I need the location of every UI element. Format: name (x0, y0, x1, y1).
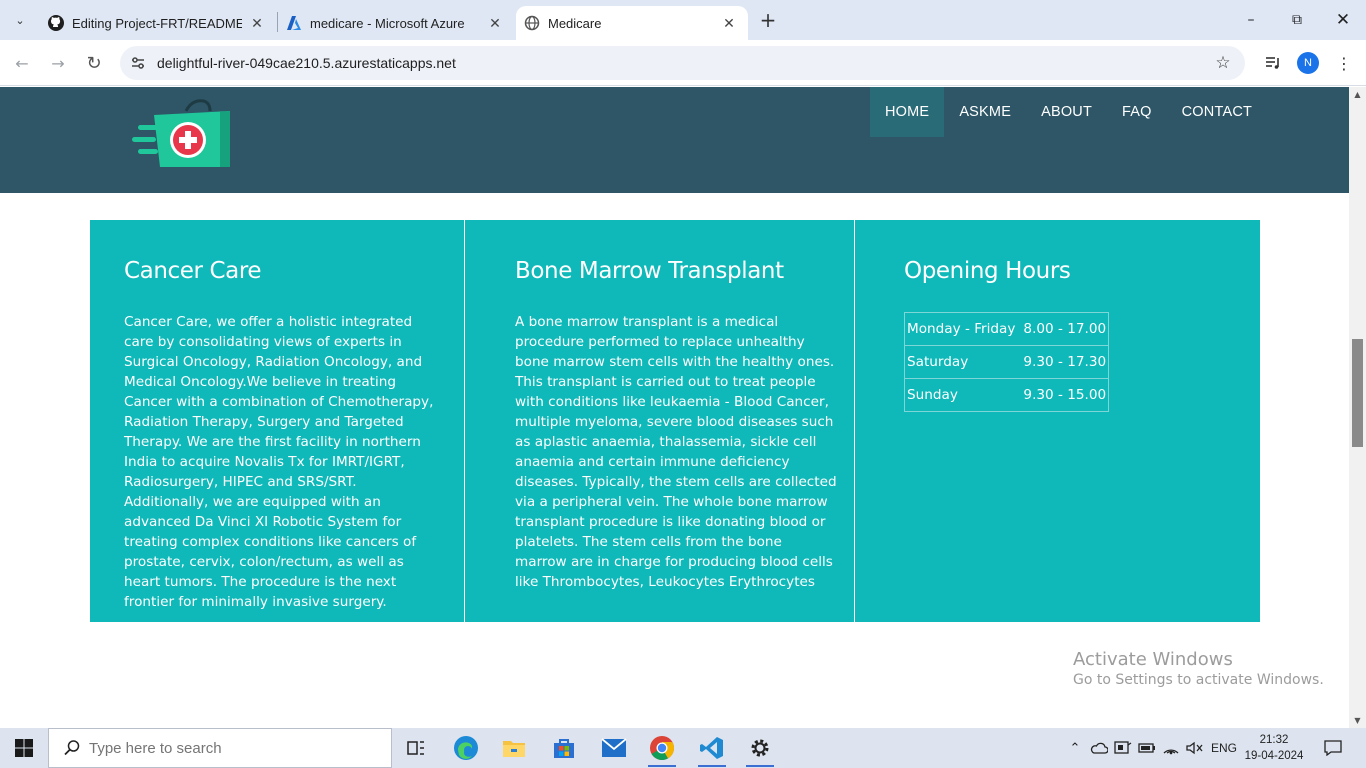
tab-azure[interactable]: medicare - Microsoft Azure ✕ (278, 6, 514, 40)
card-title: Bone Marrow Transplant (515, 258, 784, 284)
nav-home[interactable]: HOME (870, 87, 945, 137)
table-row: Sunday 9.30 - 15.00 (904, 378, 1109, 412)
restore-icon[interactable]: ⧉ (1274, 0, 1320, 40)
nav-faq[interactable]: FAQ (1107, 87, 1167, 137)
microsoft-store-icon[interactable] (540, 728, 588, 768)
card-body: A bone marrow transplant is a medical pr… (515, 314, 837, 590)
main-nav: HOME ASKME ABOUT FAQ CONTACT (870, 87, 1267, 137)
close-tab-icon[interactable]: ✕ (248, 14, 266, 32)
scrollbar-thumb[interactable] (1352, 339, 1363, 447)
hours-day: Sunday (904, 378, 1018, 412)
opening-hours-card: Opening Hours Monday - Friday 8.00 - 17.… (854, 220, 1260, 622)
hours-day: Saturday (904, 345, 1018, 379)
github-icon (48, 15, 64, 31)
volume-muted-icon[interactable] (1184, 728, 1206, 768)
vscode-icon[interactable] (688, 728, 736, 768)
opening-hours-table: Monday - Friday 8.00 - 17.00 Saturday 9.… (904, 312, 1110, 412)
file-explorer-icon[interactable] (490, 728, 538, 768)
new-tab-plus-icon[interactable]: + (756, 8, 780, 32)
profile-avatar[interactable]: N (1297, 52, 1319, 74)
watermark-subtitle: Go to Settings to activate Windows. (1073, 672, 1324, 688)
clock-time: 21:32 (1259, 734, 1289, 746)
address-bar[interactable]: ☆ (120, 46, 1245, 80)
onedrive-cloud-icon[interactable] (1088, 728, 1110, 768)
nav-about[interactable]: ABOUT (1026, 87, 1107, 137)
browser-toolbar: ← → ↻ ☆ N ⋮ (0, 40, 1366, 86)
task-view-icon[interactable] (392, 728, 440, 768)
page-viewport: HOME ASKME ABOUT FAQ CONTACT Cancer Care… (0, 87, 1349, 728)
tab-github[interactable]: Editing Project-FRT/README.m ✕ (40, 6, 276, 40)
edge-icon[interactable] (442, 728, 490, 768)
table-row: Monday - Friday 8.00 - 17.00 (904, 312, 1109, 346)
search-icon (63, 739, 81, 757)
hours-time: 9.30 - 17.30 (1017, 345, 1109, 379)
table-row: Saturday 9.30 - 17.30 (904, 345, 1109, 379)
notification-icon[interactable] (1318, 728, 1348, 768)
system-clock[interactable]: 21:32 19-04-2024 (1244, 732, 1304, 764)
close-tab-icon[interactable]: ✕ (486, 14, 504, 32)
close-window-icon[interactable]: ✕ (1320, 0, 1366, 40)
media-control-icon[interactable] (1261, 51, 1285, 75)
search-input[interactable] (89, 739, 369, 757)
clock-date: 19-04-2024 (1244, 750, 1304, 762)
site-header: HOME ASKME ABOUT FAQ CONTACT (0, 87, 1349, 193)
reload-icon[interactable]: ↻ (80, 49, 108, 77)
input-language[interactable]: ENG (1208, 728, 1240, 768)
settings-gear-icon[interactable] (736, 728, 784, 768)
card-title: Opening Hours (904, 258, 1071, 284)
tab-title: Medicare (548, 15, 602, 31)
tab-title: medicare - Microsoft Azure (310, 15, 465, 31)
azure-icon (286, 15, 302, 31)
bone-marrow-card: Bone Marrow Transplant A bone marrow tra… (464, 220, 854, 622)
hours-time: 9.30 - 15.00 (1017, 378, 1109, 412)
nav-contact[interactable]: CONTACT (1167, 87, 1267, 137)
chrome-icon[interactable] (638, 728, 686, 768)
watermark-title: Activate Windows (1073, 649, 1233, 670)
page-scrollbar[interactable]: ▲ ▼ (1349, 87, 1366, 728)
scroll-down-icon[interactable]: ▼ (1349, 713, 1366, 727)
card-body: Cancer Care, we offer a holistic integra… (124, 314, 434, 610)
windows-start-icon[interactable] (0, 728, 48, 768)
forward-arrow-icon[interactable]: → (44, 49, 72, 77)
taskbar-search[interactable] (48, 728, 392, 768)
minimize-icon[interactable]: – (1228, 0, 1274, 40)
cancer-care-card: Cancer Care Cancer Care, we offer a holi… (90, 220, 464, 622)
wifi-icon[interactable] (1160, 728, 1182, 768)
site-settings-icon[interactable] (130, 55, 146, 71)
back-arrow-icon[interactable]: ← (8, 49, 36, 77)
card-title: Cancer Care (124, 258, 262, 284)
chevron-up-icon[interactable]: ⌃ (1066, 728, 1084, 768)
scroll-up-icon[interactable]: ▲ (1349, 87, 1366, 101)
info-cards: Cancer Care Cancer Care, we offer a holi… (90, 220, 1260, 622)
bookmark-star-icon[interactable]: ☆ (1213, 53, 1233, 73)
medicare-logo[interactable] (128, 95, 234, 179)
close-tab-icon[interactable]: ✕ (720, 14, 738, 32)
url-input[interactable] (157, 46, 1057, 80)
nav-askme[interactable]: ASKME (944, 87, 1026, 137)
globe-icon (524, 15, 540, 31)
browser-tab-bar: ⌄ Editing Project-FRT/README.m ✕ medicar… (0, 0, 1366, 40)
battery-icon[interactable] (1136, 728, 1158, 768)
activate-windows-watermark: Activate Windows Go to Settings to activ… (1073, 649, 1324, 688)
hours-time: 8.00 - 17.00 (1017, 312, 1109, 346)
windows-taskbar: ⌃ ENG 21:32 19-04-2024 (0, 728, 1366, 768)
tab-search-chevron-icon[interactable]: ⌄ (8, 8, 32, 32)
mail-icon[interactable] (590, 728, 638, 768)
meet-now-icon[interactable] (1112, 728, 1134, 768)
tab-title: Editing Project-FRT/README.m (72, 15, 242, 31)
menu-kebab-icon[interactable]: ⋮ (1332, 51, 1356, 75)
tab-medicare[interactable]: Medicare ✕ (516, 6, 748, 40)
hours-day: Monday - Friday (904, 312, 1018, 346)
